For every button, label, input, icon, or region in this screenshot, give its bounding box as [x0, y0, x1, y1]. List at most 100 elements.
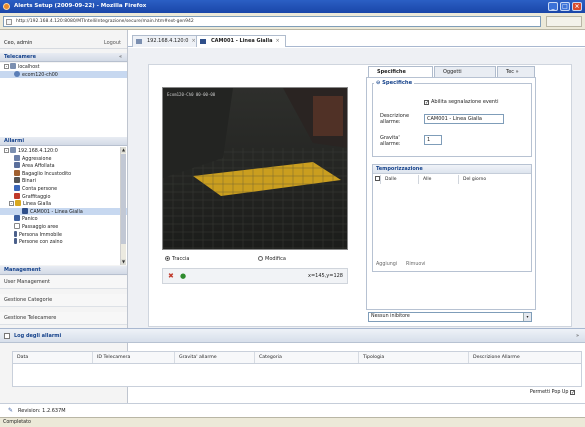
properties-tabs: Specifiche Oggetti Tec »	[366, 66, 536, 77]
tree-node-alarm[interactable]: - Linea Gialla	[0, 200, 127, 208]
collapse-toggle-icon[interactable]	[4, 333, 10, 339]
go-button[interactable]	[546, 16, 582, 27]
tree-node-alarm[interactable]: Passaggio aree	[0, 222, 127, 231]
col-data[interactable]: Data	[13, 352, 93, 363]
maximize-button[interactable]: □	[560, 2, 570, 11]
menu-gestione-categorie[interactable]: Gestione Categorie	[0, 294, 127, 307]
standing-person-icon	[14, 230, 17, 237]
log-header[interactable]: Log degli allarmi »	[0, 329, 585, 343]
tab-scroll-right-icon[interactable]: »	[516, 69, 519, 75]
luggage-icon	[14, 169, 20, 176]
log-rows	[12, 364, 582, 387]
specifiche-legend[interactable]: ⊖ Specifiche	[374, 80, 415, 86]
chevron-down-icon[interactable]: ▾	[523, 313, 531, 321]
tree-node-alarm[interactable]: Conta persone	[0, 184, 127, 193]
tab-cam001[interactable]: CAM001 - Linea Gialla ×	[196, 35, 286, 47]
delete-icon[interactable]: ✖	[168, 272, 174, 280]
col-tipologia[interactable]: Tipologia	[359, 352, 469, 363]
backpack-person-icon	[14, 238, 17, 245]
allarmi-title: Allarmi	[4, 138, 25, 144]
telecamere-panel-header[interactable]: Telecamere «	[0, 53, 127, 62]
col-descrizione[interactable]: Descrizione Allarme	[469, 352, 583, 363]
collapse-toggle-icon[interactable]: -	[9, 201, 14, 207]
window-title: Alerts Setup (2009-09-22) - Mozilla Fire…	[14, 3, 147, 9]
scroll-thumb[interactable]	[121, 154, 126, 244]
management-title: Management	[4, 267, 41, 273]
tree-node-alarm[interactable]: Binari	[0, 177, 127, 185]
people-count-icon	[14, 184, 20, 191]
col-categoria[interactable]: Categoria	[255, 352, 359, 363]
close-tab-icon[interactable]: ×	[275, 38, 279, 44]
alarm-type-icon	[14, 162, 20, 169]
tree-node-alarm[interactable]: Panico	[0, 215, 127, 223]
mode-modifica-radio[interactable]: Modifica	[258, 256, 286, 262]
close-window-button[interactable]: ×	[572, 2, 582, 11]
checkbox-checked-icon: ✓	[570, 390, 576, 396]
url-text: http://192.168.4.120:8080/MTIntelliInteg…	[16, 19, 194, 24]
select-all-checkbox[interactable]	[373, 175, 381, 184]
col-del-giorno[interactable]: Del giorno	[461, 175, 531, 184]
tab-specifiche[interactable]: Specifiche	[368, 66, 433, 77]
gravity-input[interactable]: 1	[424, 135, 442, 145]
menu-user-management[interactable]: User Management	[0, 276, 127, 289]
tree-node-alarm[interactable]: Bagaglio Incustodito	[0, 169, 127, 178]
allarmi-panel-header[interactable]: Allarmi	[0, 137, 127, 146]
enable-events-checkbox[interactable]: ✓ Abilita segnalazione eventi	[424, 99, 498, 106]
logout-link[interactable]: Logout	[104, 38, 121, 49]
management-panel-header[interactable]: Management	[0, 266, 127, 275]
tree-node-server[interactable]: -192.168.4.120:0	[0, 147, 127, 155]
collapse-panel-icon[interactable]: »	[576, 329, 579, 343]
menu-gestione-telecamere[interactable]: Gestione Telecamere	[0, 312, 127, 325]
remove-button[interactable]: Rimuovi	[406, 262, 426, 267]
camera-view[interactable]: Ecom120-Ch0 00-00-00	[162, 87, 348, 250]
tree-node-alarm[interactable]: Graffitaggio	[0, 192, 127, 201]
coords-readout: x=145,y=128	[308, 273, 343, 279]
log-panel: Log degli allarmi » Data ID Telecamera G…	[0, 328, 585, 403]
tree-node-localhost[interactable]: - localhost	[0, 63, 127, 71]
area-passage-icon	[14, 222, 20, 229]
tree-node-alarm[interactable]: Persone con zaino	[0, 238, 127, 246]
scroll-up-icon[interactable]: ▲	[121, 147, 126, 153]
collapse-toggle-icon[interactable]: ⊖	[376, 80, 380, 86]
main-tab-bar: 192.168.4.120:0 × CAM001 - Linea Gialla ×	[128, 33, 585, 47]
log-title: Log degli allarmi	[14, 333, 62, 339]
revision-bar: ✎ Revision: 1.2.637M	[0, 403, 585, 417]
allarmi-scrollbar[interactable]: ▲ ▼	[120, 147, 126, 265]
address-bar: http://192.168.4.120:8080/MTIntelliInteg…	[0, 13, 585, 30]
scene-poster	[313, 96, 343, 136]
temporizzazione-grid: Temporizzazione Dalle Alle Del giorno	[372, 164, 532, 272]
descr-input[interactable]: CAM001 - Linea Gialla	[424, 114, 504, 124]
scroll-down-icon[interactable]: ▼	[121, 259, 126, 265]
col-alle[interactable]: Alle	[421, 175, 459, 184]
add-button[interactable]: Aggiungi	[376, 262, 397, 267]
tab-oggetti[interactable]: Oggetti	[434, 66, 496, 77]
tree-node-camera[interactable]: ecom120-ch00	[0, 70, 127, 79]
checkbox-empty-icon	[375, 176, 380, 181]
tab-tec[interactable]: Tec »	[497, 66, 535, 77]
mode-traccia-radio[interactable]: Traccia	[165, 256, 189, 262]
collapse-toggle-icon[interactable]: -	[4, 64, 9, 69]
inhibitor-select[interactable]: Nessun inibitore ▾	[368, 312, 532, 322]
col-gravita[interactable]: Gravita' allarme	[175, 352, 255, 363]
tree-node-alarm[interactable]: Aggressione	[0, 154, 127, 163]
save-icon[interactable]: ●	[180, 272, 186, 280]
rails-icon	[14, 177, 20, 184]
tab-server[interactable]: 192.168.4.120:0 ×	[132, 35, 202, 47]
tree-node-alarm-instance[interactable]: CAM001 - Linea Gialla	[0, 207, 127, 216]
user-name: Ceo, admin	[4, 40, 33, 46]
status-text: Completato	[3, 420, 31, 425]
server-icon	[136, 39, 142, 44]
allarmi-tree: -192.168.4.120:0 Aggressione Area Affoll…	[0, 147, 127, 265]
tree-node-alarm[interactable]: Persona Immobile	[0, 230, 127, 239]
minimize-button[interactable]: _	[548, 2, 558, 11]
url-field[interactable]: http://192.168.4.120:8080/MTIntelliInteg…	[3, 16, 541, 27]
collapse-icon[interactable]: «	[119, 53, 122, 62]
status-bar: Completato	[0, 417, 585, 427]
collapse-toggle-icon[interactable]: -	[4, 148, 9, 153]
col-id-telecamera[interactable]: ID Telecamera	[93, 352, 175, 363]
wrench-icon: ✎	[8, 407, 14, 414]
popup-checkbox[interactable]: Permetti Pop Up ✓	[530, 390, 577, 396]
tree-node-alarm[interactable]: Area Affollata	[0, 162, 127, 170]
revision-text: Revision: 1.2.637M	[18, 408, 66, 414]
col-dalle[interactable]: Dalle	[383, 175, 419, 184]
